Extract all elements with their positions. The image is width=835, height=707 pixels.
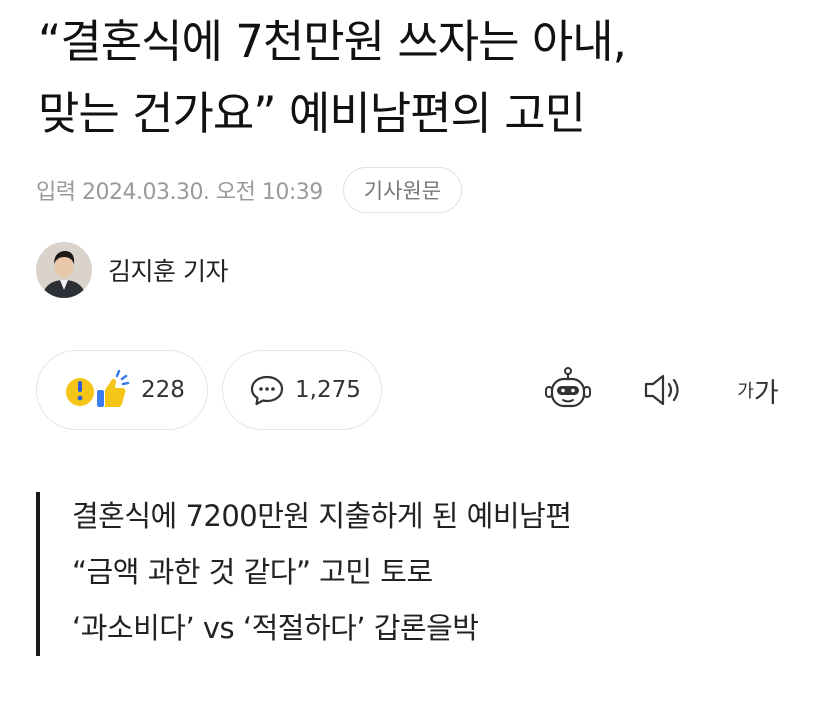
reaction-count: 228 bbox=[141, 377, 185, 403]
author-info[interactable]: 김지훈 기자 bbox=[36, 242, 228, 298]
article-title: “결혼식에 7천만원 쓰자는 아내, 맞는 건가요” 예비남편의 고민 bbox=[38, 6, 828, 150]
author-photo-icon bbox=[36, 242, 92, 298]
comment-button[interactable]: 1,275 bbox=[222, 350, 382, 430]
author-name[interactable]: 김지훈 기자 bbox=[108, 252, 228, 288]
summary-line-3: ‘과소비다’ vs ‘적절하다’ 갑론을박 bbox=[72, 611, 479, 645]
comment-count: 1,275 bbox=[295, 377, 361, 403]
summary-line-2: “금액 과한 것 같다” 고민 토로 bbox=[72, 555, 433, 589]
author-avatar[interactable] bbox=[36, 242, 92, 298]
comment-bubble-icon bbox=[250, 375, 284, 406]
speaker-icon bbox=[644, 374, 679, 406]
article-title-line-1: “결혼식에 7천만원 쓰자는 아내, bbox=[38, 15, 627, 68]
summary-line-1: 결혼식에 7200만원 지출하게 된 예비남편 bbox=[72, 499, 572, 533]
reaction-button[interactable]: 228 bbox=[36, 350, 208, 430]
reaction-emoji-icon bbox=[66, 369, 130, 407]
font-size-large-label: 가 bbox=[753, 377, 779, 409]
font-size-button[interactable]: 가가 bbox=[732, 360, 784, 420]
article-title-line-2: 맞는 건가요” 예비남편의 고민 bbox=[38, 87, 586, 140]
summary-bot-button[interactable] bbox=[540, 360, 596, 420]
publish-date: 입력 2024.03.30. 오전 10:39 bbox=[36, 180, 323, 205]
summary-bot-icon bbox=[545, 367, 591, 408]
font-size-small-label: 가 bbox=[737, 381, 754, 402]
article-summary: 결혼식에 7200만원 지출하게 된 예비남편 “금액 과한 것 같다” 고민 … bbox=[36, 492, 572, 656]
text-to-speech-button[interactable] bbox=[638, 360, 688, 420]
thumbs-up-icon bbox=[97, 378, 126, 407]
article-meta: 입력 2024.03.30. 오전 10:39 기사원문 bbox=[36, 166, 463, 214]
original-article-button[interactable]: 기사원문 bbox=[342, 167, 463, 213]
